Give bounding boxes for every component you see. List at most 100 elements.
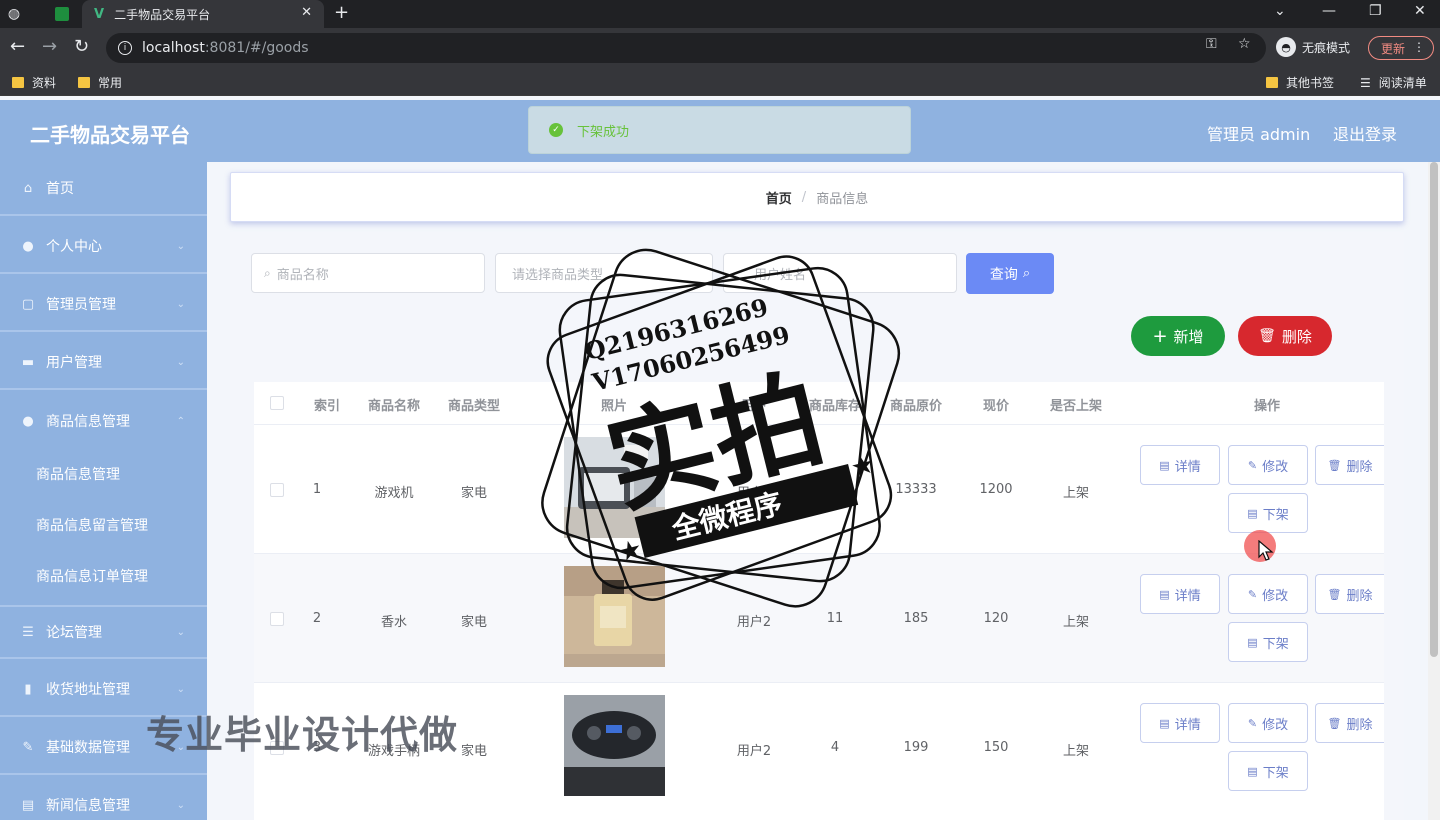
detail-button[interactable]: ▤ 详情: [1140, 703, 1220, 743]
batch-delete-button[interactable]: 🗑 删除: [1238, 316, 1332, 356]
sidebar-subitem-goods-comments[interactable]: 商品信息留言管理: [0, 500, 207, 550]
op-label: 详情: [1174, 459, 1201, 475]
sidebar-subitem-goods-info[interactable]: 商品信息管理: [0, 449, 207, 499]
document-icon: ▤: [1247, 764, 1258, 778]
update-label: 更新: [1381, 41, 1406, 56]
window-close-icon[interactable]: ✕: [1414, 3, 1426, 19]
row-checkbox[interactable]: [270, 612, 284, 626]
globe-icon[interactable]: ◍: [0, 0, 28, 28]
document-icon: ▤: [1159, 587, 1170, 601]
forward-icon[interactable]: →: [42, 36, 57, 57]
sidebar-item-label: 基础数据管理: [46, 740, 130, 756]
chevron-down-icon: ⌄: [176, 356, 185, 368]
delete-button[interactable]: 🗑 删除: [1315, 574, 1384, 614]
cell-type: 家电: [460, 615, 487, 630]
breadcrumb: 首页 / 商品信息: [230, 172, 1404, 222]
update-button[interactable]: 更新 ⋮: [1368, 36, 1434, 60]
trash-icon: 🗑: [1327, 458, 1342, 472]
column-header[interactable]: 商品类型: [434, 395, 514, 414]
star-icon[interactable]: ☆: [1238, 36, 1251, 52]
sidebar-item-forum[interactable]: ☰ 论坛管理 ⌄: [0, 605, 207, 659]
query-button[interactable]: 查询 ⌕: [966, 253, 1054, 294]
offshelf-button[interactable]: ▤ 下架: [1228, 751, 1308, 791]
sidebar-item-home[interactable]: ⌂ 首页: [0, 162, 207, 216]
select-all-checkbox[interactable]: [270, 396, 284, 410]
sidebar-item-label: 商品信息管理: [46, 414, 130, 430]
cell-price: 150: [983, 740, 1009, 755]
sidebar-item-profile[interactable]: ● 个人中心 ⌄: [0, 220, 207, 274]
add-button[interactable]: + 新增: [1131, 316, 1225, 356]
edit-button[interactable]: ✎ 修改: [1228, 574, 1308, 614]
goods-photo[interactable]: [564, 695, 665, 796]
sidebar-item-users[interactable]: ▬ 用户管理 ⌄: [0, 336, 207, 390]
tab-close-icon[interactable]: ✕: [301, 5, 312, 20]
vue-logo-icon: V: [94, 6, 105, 22]
tab-search-icon[interactable]: ⌄: [1274, 3, 1286, 19]
mouse-cursor-icon: [1258, 540, 1274, 561]
reading-list[interactable]: ☰ 阅读清单: [1360, 74, 1427, 91]
promo-watermark: 专业毕业设计代做: [146, 713, 459, 757]
pen-icon: ✎: [22, 739, 34, 755]
detail-button[interactable]: ▤ 详情: [1140, 574, 1220, 614]
url-input[interactable]: i localhost :8081/#/goods: [106, 33, 1266, 63]
logout-link[interactable]: 退出登录: [1333, 121, 1397, 145]
sidebar-item-news[interactable]: ▤ 新闻信息管理 ⌄: [0, 779, 207, 820]
bookmark-folder[interactable]: 其他书签: [1266, 74, 1334, 91]
offshelf-button[interactable]: ▤ 下架: [1228, 622, 1308, 662]
page-scrollbar[interactable]: [1428, 162, 1440, 820]
sidebar-item-goods[interactable]: ● 商品信息管理 ⌃: [0, 394, 207, 448]
edit-button[interactable]: ✎ 修改: [1228, 445, 1308, 485]
cell-status: 上架: [1062, 744, 1089, 759]
column-header[interactable]: 是否上架: [1036, 395, 1116, 414]
column-header[interactable]: 现价: [956, 395, 1036, 414]
maximize-icon[interactable]: ❐: [1369, 3, 1382, 19]
document-icon: ▤: [1247, 506, 1258, 520]
url-host: localhost: [142, 40, 205, 56]
column-header[interactable]: 商品名称: [354, 395, 434, 414]
document-icon: ▤: [1159, 716, 1170, 730]
bookmark-label: 资料: [32, 76, 57, 90]
bookmark-folder[interactable]: 资料: [12, 74, 56, 91]
row-checkbox[interactable]: [270, 483, 284, 497]
new-tab-icon[interactable]: +: [334, 2, 349, 23]
cell-index: 2: [312, 611, 322, 626]
chevron-down-icon: ⌄: [176, 298, 185, 310]
bookmarks-bar: 资料 常用 其他书签 ☰ 阅读清单: [0, 68, 1440, 96]
incognito-label: 无痕模式: [1302, 40, 1351, 55]
breadcrumb-separator: /: [801, 189, 807, 205]
user-icon: ●: [22, 413, 34, 429]
reading-list-icon: ☰: [1360, 75, 1371, 90]
active-tab[interactable]: V 二手物品交易平台 ✕: [82, 0, 324, 28]
info-icon[interactable]: i: [118, 41, 132, 55]
sidebar-item-admins[interactable]: ▢ 管理员管理 ⌄: [0, 278, 207, 332]
cell-type: 家电: [460, 486, 487, 501]
goods-name-input[interactable]: ⌕ 商品名称: [251, 253, 485, 293]
user-icon: ●: [22, 238, 34, 254]
app-tab-icon[interactable]: [48, 0, 76, 28]
bookmark-folder[interactable]: 常用: [78, 74, 122, 91]
delete-button[interactable]: 🗑 删除: [1315, 703, 1384, 743]
detail-button[interactable]: ▤ 详情: [1140, 445, 1220, 485]
scrollbar-thumb[interactable]: [1430, 162, 1438, 657]
offshelf-button[interactable]: ▤ 下架: [1228, 493, 1308, 533]
key-icon[interactable]: ⚿: [1206, 36, 1217, 52]
tab-title: 二手物品交易平台: [114, 7, 211, 22]
minimize-icon[interactable]: —: [1322, 3, 1336, 19]
reload-icon[interactable]: ↻: [74, 36, 89, 57]
column-header[interactable]: 索引: [300, 395, 354, 414]
breadcrumb-home[interactable]: 首页: [766, 188, 792, 207]
bar-chart-icon: ▮: [24, 681, 32, 697]
search-icon: ⌕: [1022, 266, 1031, 281]
op-label: 下架: [1262, 765, 1289, 781]
incognito-indicator[interactable]: ◓ 无痕模式: [1276, 37, 1350, 57]
back-icon[interactable]: ←: [10, 36, 25, 57]
bookmark-label: 其他书签: [1286, 76, 1335, 90]
menu-dots-icon[interactable]: ⋮: [1413, 40, 1425, 54]
breadcrumb-current: 商品信息: [816, 191, 869, 207]
delete-button[interactable]: 🗑 删除: [1315, 445, 1384, 485]
op-label: 详情: [1174, 717, 1201, 733]
edit-button[interactable]: ✎ 修改: [1228, 703, 1308, 743]
sidebar-item-label: 首页: [46, 181, 74, 197]
sidebar-subitem-goods-orders[interactable]: 商品信息订单管理: [0, 551, 207, 601]
list-icon: ☰: [22, 624, 34, 640]
